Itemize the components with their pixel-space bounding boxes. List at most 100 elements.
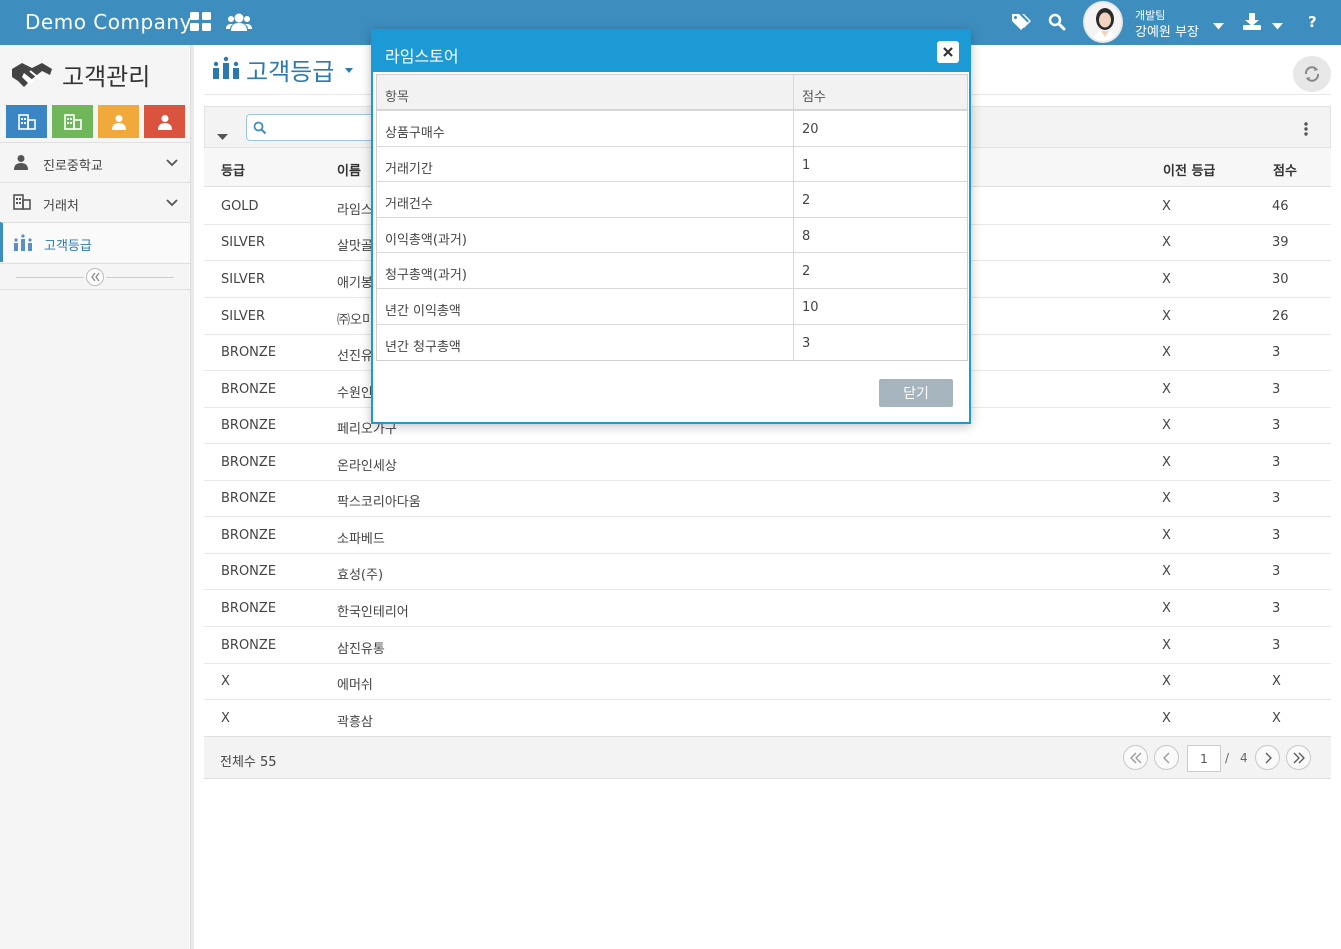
cell-name: 애기봉 [337, 276, 373, 291]
modal-table-row: 이익총액(과거) 8 [377, 217, 967, 254]
cell-grade: BRONZE [221, 455, 277, 470]
person-icon [157, 114, 172, 130]
building-icon [63, 113, 82, 130]
column-header-prev-grade[interactable]: 이전 등급 [1163, 160, 1215, 179]
table-row[interactable]: BRONZE 온라인세상 X 3 [204, 444, 1331, 481]
filter-caret-down-icon[interactable] [217, 129, 228, 144]
search-icon[interactable] [1048, 13, 1066, 35]
cell-name: 팍스코리아다움 [337, 495, 421, 510]
score-detail-modal: 라임스토어 항목 점수 상품구매수 20 거래기간 1 거래건수 2 이익총액(과거) 8 청구… [371, 29, 971, 424]
grid-footer: 전체수 55 1 / 4 [204, 736, 1331, 779]
download-icon[interactable] [1243, 13, 1261, 34]
more-vertical-icon[interactable] [1303, 122, 1309, 142]
table-row[interactable]: X 곽흥삼 X X [204, 700, 1331, 737]
next-page-button[interactable] [1255, 745, 1280, 770]
help-icon[interactable]: ? [1308, 13, 1317, 31]
page-separator: / [1225, 751, 1230, 765]
cell-grade: BRONZE [221, 382, 277, 397]
modal-cell-score: 1 [802, 157, 811, 173]
cell-prev-grade: X [1162, 309, 1171, 324]
cell-name: 온라인세상 [337, 459, 397, 474]
quick-button-person-orange[interactable] [98, 105, 139, 138]
table-row[interactable]: BRONZE 팍스코리아다움 X 3 [204, 480, 1331, 517]
double-chevron-left-icon [91, 272, 100, 282]
cell-prev-grade: X [1162, 235, 1171, 250]
column-header-grade[interactable]: 등급 [221, 160, 245, 179]
cell-prev-grade: X [1162, 418, 1171, 433]
grade-icon [212, 56, 240, 84]
cell-grade: SILVER [221, 272, 266, 287]
cell-score: 3 [1272, 564, 1281, 579]
cell-grade: SILVER [221, 235, 266, 250]
sidebar-item-school[interactable]: 진로중학교 [0, 142, 190, 182]
quick-button-person-red[interactable] [144, 105, 185, 138]
cell-prev-grade: X [1162, 455, 1171, 470]
total-count: 전체수 55 [220, 755, 277, 770]
refresh-icon [1304, 66, 1320, 82]
chevron-down-icon[interactable] [166, 156, 178, 171]
modal-cell-item: 년간 청구총액 [385, 339, 461, 355]
sidebar-collapse-button[interactable] [86, 268, 104, 286]
table-row[interactable]: BRONZE 한국인테리어 X 3 [204, 590, 1331, 627]
apps-grid-icon[interactable] [190, 12, 212, 36]
refresh-button[interactable] [1293, 56, 1331, 92]
tags-icon[interactable] [1012, 13, 1032, 35]
modal-cell-score: 2 [802, 193, 811, 209]
close-icon[interactable] [937, 41, 959, 63]
close-button[interactable]: 닫기 [879, 379, 953, 407]
last-page-button[interactable] [1286, 745, 1311, 770]
page-title[interactable]: 고객등급 [246, 52, 334, 87]
avatar[interactable] [1083, 1, 1123, 43]
cell-name: 선진유 [337, 349, 373, 364]
cell-grade: BRONZE [221, 528, 277, 543]
double-chevron-left-icon [1129, 752, 1141, 763]
modal-table-row: 년간 이익총액 10 [377, 288, 967, 325]
users-icon[interactable] [226, 12, 252, 36]
modal-title: 라임스토어 [385, 47, 459, 66]
modal-score-table: 항목 점수 상품구매수 20 거래기간 1 거래건수 2 이익총액(과거) 8 청구총액(과거)… [376, 74, 968, 362]
cell-name: 삼진유통 [337, 642, 385, 657]
table-row[interactable]: BRONZE 효성(주) X 3 [204, 553, 1331, 590]
modal-column-item: 항목 [385, 90, 409, 105]
search-icon [253, 121, 267, 135]
table-row[interactable]: BRONZE 삼진유통 X 3 [204, 627, 1331, 664]
cell-grade: BRONZE [221, 345, 277, 360]
prev-page-button[interactable] [1154, 745, 1179, 770]
column-header-score[interactable]: 점수 [1273, 160, 1297, 179]
modal-header[interactable]: 라임스토어 [373, 31, 969, 72]
modal-cell-score: 2 [802, 264, 811, 280]
user-name[interactable]: 강예원 부장 [1135, 21, 1199, 40]
sidebar-item-customer-grade[interactable]: 고객등급 [0, 222, 190, 262]
cell-prev-grade: X [1162, 601, 1171, 616]
table-row[interactable]: BRONZE 소파베드 X 3 [204, 517, 1331, 554]
chevron-down-icon[interactable] [166, 196, 178, 211]
page-title-caret-icon[interactable] [345, 68, 353, 73]
brand-name[interactable]: Demo Company [25, 10, 192, 34]
cell-name: 소파베드 [337, 532, 385, 547]
quick-button-building-blue[interactable] [6, 105, 47, 138]
cell-grade: BRONZE [221, 564, 277, 579]
search-input[interactable] [246, 114, 376, 141]
cell-score: 39 [1272, 235, 1289, 250]
modal-cell-item: 상품구매수 [385, 126, 445, 141]
modal-cell-item: 거래기간 [385, 161, 433, 177]
cell-name: ㈜오미 [337, 313, 374, 328]
sidebar-item-clients[interactable]: 거래처 [0, 182, 190, 222]
quick-button-building-green[interactable] [52, 105, 93, 138]
first-page-button[interactable] [1123, 745, 1148, 770]
table-row[interactable]: X 에머쉬 X X [204, 663, 1331, 700]
handshake-icon [10, 59, 54, 95]
sidebar-splitter[interactable] [191, 45, 194, 949]
user-caret-down-icon[interactable] [1213, 19, 1224, 34]
cell-name: 에머쉬 [337, 678, 373, 693]
page-number-input[interactable]: 1 [1187, 745, 1221, 772]
cell-prev-grade: X [1162, 638, 1171, 653]
cell-prev-grade: X [1162, 491, 1171, 506]
download-caret-down-icon[interactable] [1272, 19, 1283, 34]
column-header-name[interactable]: 이름 [337, 160, 361, 179]
grade-icon [13, 234, 33, 256]
cell-grade: X [221, 711, 230, 726]
cell-prev-grade: X [1162, 674, 1171, 689]
cell-name: 한국인테리어 [337, 605, 409, 620]
modal-cell-item: 이익총액(과거) [385, 232, 467, 248]
